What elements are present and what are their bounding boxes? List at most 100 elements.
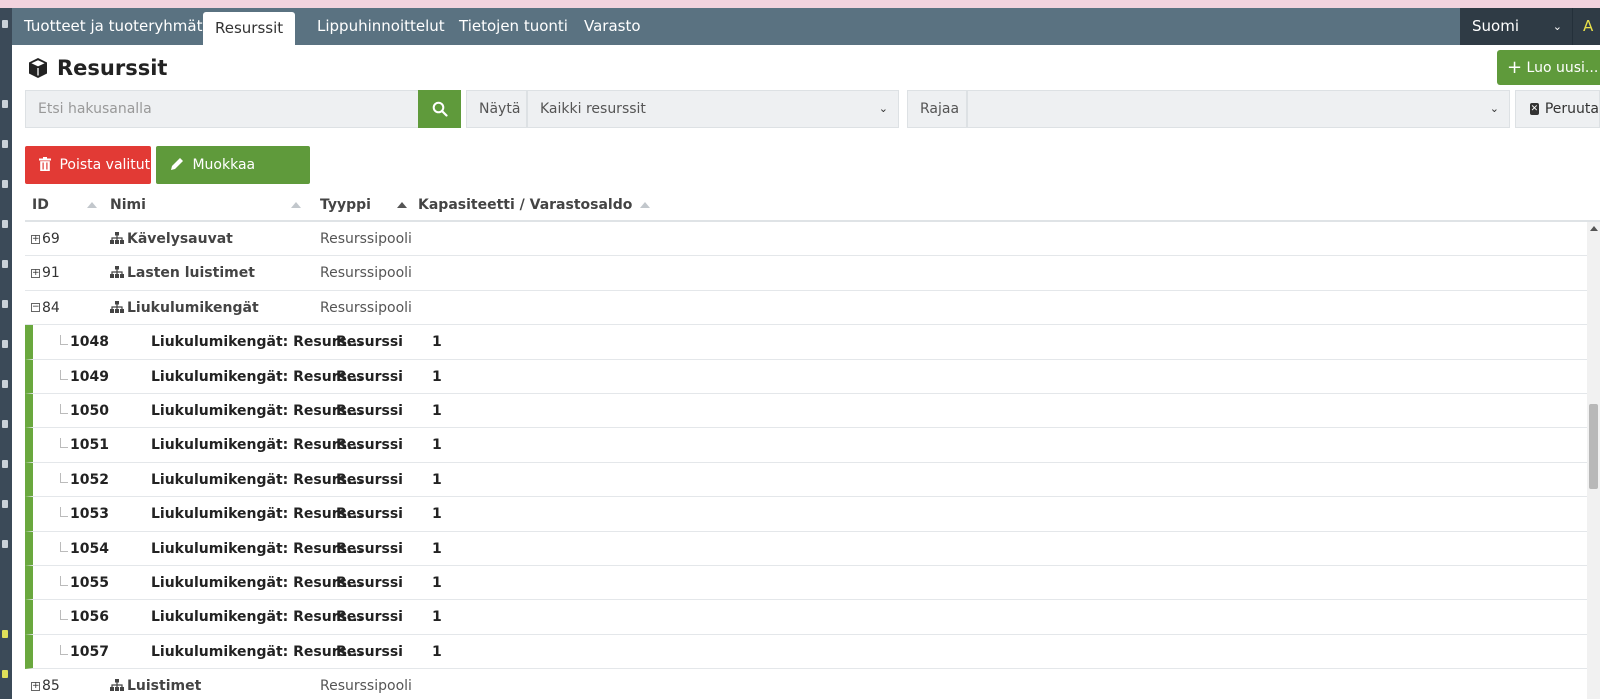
table-header: ID Nimi Tyyppi Kapasiteetti / Varastosal… <box>25 192 1600 222</box>
column-header-capacity-label: Kapasiteetti / Varastosaldo <box>418 197 633 213</box>
table-body: +69 Kävelysauvat Resurssipooli +91 Laste… <box>25 222 1587 699</box>
page-title-text: Resurssit <box>57 56 168 80</box>
table-row[interactable]: +91 Lasten luistimet Resurssipooli <box>25 256 1587 291</box>
table-row-child[interactable]: 1057 Liukulumikengät: Resurs... Resurssi… <box>25 634 1587 670</box>
browser-top-strip <box>0 0 1600 8</box>
row-name: Liukulumikengät <box>110 291 259 325</box>
column-header-id[interactable]: ID <box>32 197 97 213</box>
row-id: 1048 <box>70 334 109 351</box>
tree-connector <box>60 403 68 414</box>
table-row-child[interactable]: 1056 Liukulumikengät: Resurs... Resurssi… <box>25 600 1587 635</box>
row-type: Resurssi <box>336 334 403 351</box>
plus-icon: + <box>1507 57 1523 78</box>
edit-selected-button[interactable]: Muokkaa valittuja <box>156 146 310 211</box>
column-header-capacity[interactable]: Kapasiteetti / Varastosaldo <box>418 197 651 213</box>
filter-select[interactable]: ⌄ <box>967 90 1510 128</box>
row-type: Resurssi <box>336 574 403 591</box>
page-title: Resurssit <box>27 56 167 80</box>
row-capacity: 1 <box>432 368 442 385</box>
row-capacity: 1 <box>432 643 442 660</box>
row-type: Resurssi <box>336 643 403 660</box>
column-header-name-label: Nimi <box>110 197 146 213</box>
column-header-name[interactable]: Nimi <box>110 197 301 213</box>
table-row[interactable]: +69 Kävelysauvat Resurssipooli <box>25 222 1587 257</box>
show-select-value: Kaikki resurssit <box>540 101 646 117</box>
delete-selected-label: Poista valitut <box>59 157 151 173</box>
row-name: Liukulumikengät: Resurs... <box>151 506 363 523</box>
row-name: Liukulumikengät: Resurs... <box>151 609 363 626</box>
row-capacity: 1 <box>432 540 442 557</box>
row-name: Liukulumikengät: Resurs... <box>151 574 363 591</box>
search-input[interactable]: Etsi hakusanalla <box>25 90 419 128</box>
row-type: Resurssi <box>336 471 403 488</box>
column-header-id-label: ID <box>32 197 49 213</box>
table-row-child[interactable]: 1048 Liukulumikengät: Resurs... Resurssi… <box>25 325 1587 360</box>
delete-selected-button[interactable]: Poista valitut <box>25 146 151 184</box>
table-row-child[interactable]: 1052 Liukulumikengät: Resurs... Resurssi… <box>25 462 1587 498</box>
user-menu[interactable]: A <box>1572 8 1600 45</box>
row-id: −84 <box>31 291 60 325</box>
row-name: Liukulumikengät: Resurs... <box>151 402 363 419</box>
tree-connector <box>60 575 68 586</box>
table-row-child[interactable]: 1049 Liukulumikengät: Resurs... Resurssi… <box>25 359 1587 394</box>
row-capacity: 1 <box>432 574 442 591</box>
row-capacity: 1 <box>432 437 442 454</box>
scrollbar-thumb[interactable] <box>1589 404 1598 489</box>
table-row-child[interactable]: 1051 Liukulumikengät: Resurs... Resurssi… <box>25 428 1587 463</box>
cancel-button[interactable]: ✕ Peruuta <box>1515 90 1600 128</box>
row-type: Resurssipooli <box>320 299 412 316</box>
table-row-child[interactable]: 1054 Liukulumikengät: Resurs... Resurssi… <box>25 531 1587 566</box>
expand-icon[interactable]: + <box>31 234 40 244</box>
tree-connector <box>60 610 68 621</box>
tab-data-import[interactable]: Tietojen tuonti <box>447 8 580 45</box>
row-name: Kävelysauvat <box>110 222 233 256</box>
chevron-down-icon: ⌄ <box>1489 102 1499 115</box>
row-capacity: 1 <box>432 334 442 351</box>
sitemap-icon <box>110 300 124 313</box>
row-name: Liukulumikengät: Resurs... <box>151 437 363 454</box>
row-id-text: 69 <box>42 231 60 247</box>
tree-connector <box>60 644 68 655</box>
cancel-label: Peruuta <box>1544 101 1599 117</box>
pencil-icon <box>171 158 183 170</box>
filter-label: Rajaa <box>907 90 967 128</box>
row-type: Resurssipooli <box>320 265 412 282</box>
collapse-icon[interactable]: − <box>31 303 40 313</box>
table-row-child[interactable]: 1055 Liukulumikengät: Resurs... Resurssi… <box>25 565 1587 601</box>
create-new-label: Luo uusi... <box>1526 60 1599 76</box>
table-scrollbar[interactable] <box>1587 222 1600 699</box>
create-new-button[interactable]: + Luo uusi... <box>1497 50 1600 85</box>
row-id: +91 <box>31 256 60 290</box>
row-type: Resurssipooli <box>320 678 412 695</box>
language-select[interactable]: Suomi ⌄ <box>1460 8 1572 45</box>
row-name: Lasten luistimet <box>110 256 255 290</box>
column-header-type[interactable]: Tyyppi <box>320 197 407 213</box>
tab-warehouse[interactable]: Varasto <box>572 8 653 45</box>
tree-connector <box>60 369 68 380</box>
table-row[interactable]: −84 Liukulumikengät Resurssipooli <box>25 291 1587 326</box>
row-name: Liukulumikengät: Resurs... <box>151 643 363 660</box>
search-button[interactable] <box>418 90 461 128</box>
table-row-child[interactable]: 1050 Liukulumikengät: Resurs... Resurssi… <box>25 393 1587 429</box>
sort-icon <box>86 202 97 208</box>
top-navbar: Tuotteet ja tuoteryhmät Resurssit Lippuh… <box>12 8 1600 45</box>
show-select[interactable]: Kaikki resurssit ⌄ <box>527 90 899 128</box>
scroll-up-arrow-icon[interactable] <box>1590 226 1598 231</box>
tab-products[interactable]: Tuotteet ja tuoteryhmät <box>12 8 214 45</box>
row-name: Liukulumikengät: Resurs... <box>151 471 363 488</box>
row-capacity: 1 <box>432 402 442 419</box>
tree-connector <box>60 335 68 346</box>
table-row[interactable]: +85 Luistimet Resurssipooli <box>25 669 1587 699</box>
expand-icon[interactable]: + <box>31 681 40 691</box>
sitemap-icon <box>110 679 124 692</box>
cube-icon <box>29 58 47 78</box>
expand-icon[interactable]: + <box>31 268 40 278</box>
row-name: Liukulumikengät: Resurs... <box>151 368 363 385</box>
row-id: 1053 <box>70 506 109 523</box>
tab-ticket-pricing[interactable]: Lippuhinnoittelut <box>305 8 457 45</box>
row-capacity: 1 <box>432 506 442 523</box>
tab-resources[interactable]: Resurssit <box>203 12 296 45</box>
table-row-child[interactable]: 1053 Liukulumikengät: Resurs... Resurssi… <box>25 497 1587 532</box>
sort-icon <box>290 202 301 208</box>
row-id: 1052 <box>70 471 109 488</box>
